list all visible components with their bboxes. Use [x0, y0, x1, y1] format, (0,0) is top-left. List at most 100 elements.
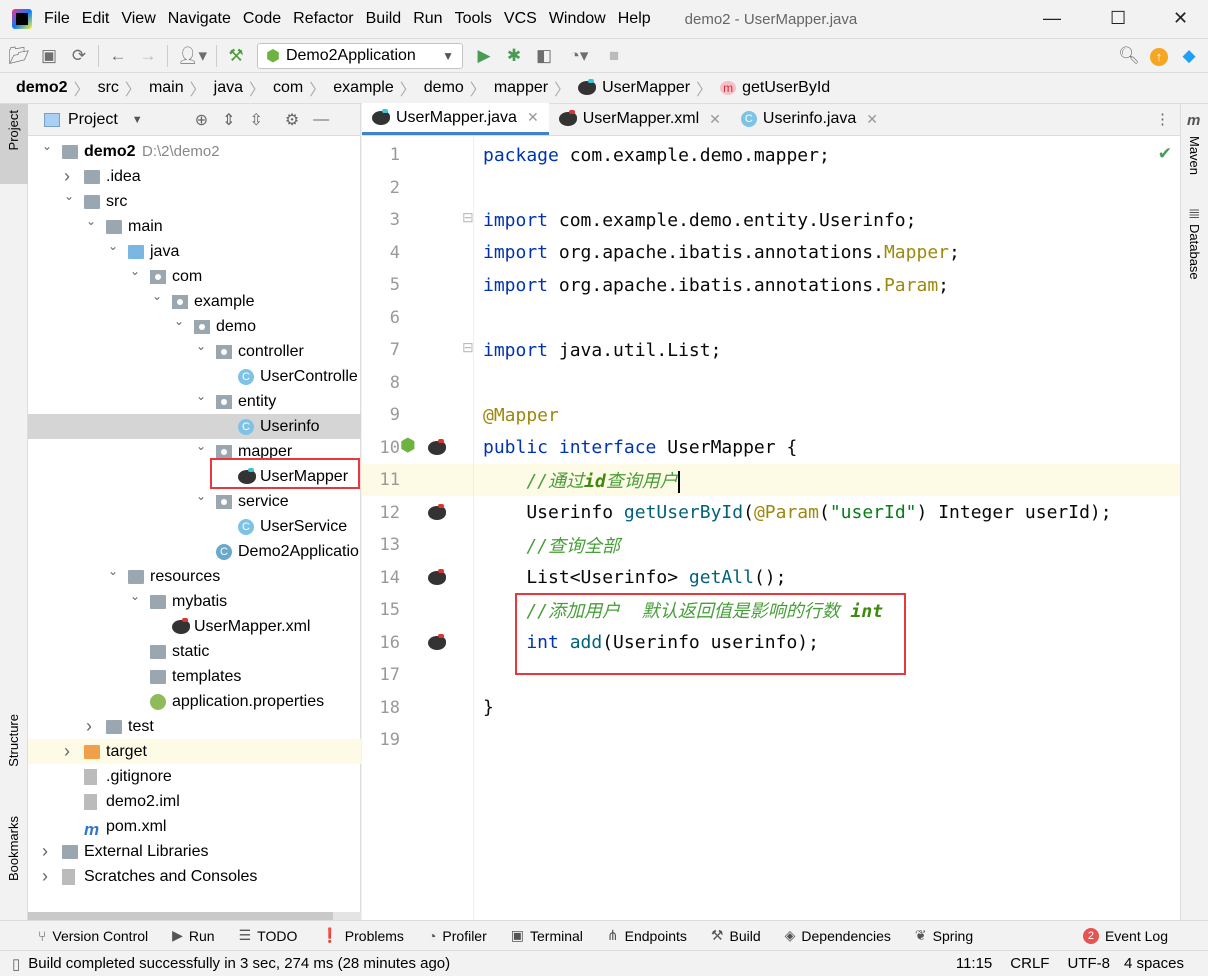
code-line[interactable]: 14 List<Userinfo> getAll();	[362, 562, 1180, 594]
code-line[interactable]: 6	[362, 302, 1180, 334]
chevron-down-icon[interactable]: ⌄	[130, 264, 140, 278]
code-text[interactable]: import com.example.demo.entity.Userinfo;	[483, 210, 916, 231]
tree-item[interactable]: ⌄ mybatis	[28, 589, 361, 614]
save-icon[interactable]: ▣	[34, 46, 64, 66]
code-line[interactable]: 9 @Mapper	[362, 399, 1180, 431]
code-text[interactable]: //通过id查询用户	[483, 467, 680, 493]
chevron-down-icon[interactable]: ⌄	[196, 389, 206, 403]
sync-icon[interactable]: ⟳	[64, 46, 94, 66]
tree-item[interactable]: › Scratches and Consoles	[28, 864, 361, 889]
code-text[interactable]: import java.util.List;	[483, 340, 721, 361]
forward-icon[interactable]: →	[133, 46, 163, 66]
code-text[interactable]: List<Userinfo> getAll();	[483, 567, 786, 588]
chevron-right-icon[interactable]: ›	[86, 716, 96, 737]
tree-item[interactable]: ⌄ resources	[28, 564, 361, 589]
tree-item[interactable]: ⌄ controller	[28, 339, 361, 364]
breadcrumb-item[interactable]: demo2	[16, 79, 68, 97]
tree-item[interactable]: C UserService	[28, 514, 361, 539]
editor-tab[interactable]: UserMapper.xml ✕	[549, 103, 731, 135]
coverage-icon[interactable]: ◧	[529, 46, 559, 66]
menu-edit[interactable]: Edit	[82, 10, 110, 28]
status-message[interactable]: Build completed successfully in 3 sec, 2…	[28, 955, 450, 972]
tree-item[interactable]: › target	[28, 739, 361, 764]
breadcrumb-item[interactable]: java	[214, 79, 243, 97]
chevron-right-icon[interactable]: ›	[64, 166, 74, 187]
build-hammer-icon[interactable]: ⚒	[221, 46, 251, 66]
close-tab-icon[interactable]: ✕	[866, 111, 878, 128]
code-line[interactable]: 2	[362, 172, 1180, 204]
chevron-down-icon[interactable]: ⌄	[174, 314, 184, 328]
tree-item[interactable]: C Userinfo	[28, 414, 361, 439]
indent-setting[interactable]: 4 spaces	[1124, 955, 1184, 972]
tree-item[interactable]: ⌄ entity	[28, 389, 361, 414]
chevron-right-icon[interactable]: ›	[42, 841, 52, 862]
chevron-right-icon[interactable]: ›	[64, 741, 74, 762]
search-icon[interactable]: 🔍︎	[1114, 46, 1144, 66]
back-icon[interactable]: ←	[103, 46, 133, 66]
code-line[interactable]: 7 import java.util.List; ⊟	[362, 334, 1180, 366]
more-tabs-icon[interactable]: ⋮	[1155, 110, 1170, 128]
menu-navigate[interactable]: Navigate	[168, 10, 231, 28]
tree-item[interactable]: › test	[28, 714, 361, 739]
code-text[interactable]: package com.example.demo.mapper;	[483, 145, 830, 166]
chevron-down-icon[interactable]: ⌄	[108, 564, 118, 578]
code-text[interactable]: import org.apache.ibatis.annotations.Map…	[483, 242, 960, 263]
gear-icon[interactable]: ⚙	[285, 110, 299, 130]
profile-icon[interactable]: ◔▾	[559, 46, 599, 66]
breadcrumb-item[interactable]: src	[98, 79, 119, 97]
chevron-right-icon[interactable]: ›	[42, 866, 52, 887]
hide-icon[interactable]: —	[313, 111, 329, 129]
code-text[interactable]: import org.apache.ibatis.annotations.Par…	[483, 275, 949, 296]
code-line[interactable]: 5 import org.apache.ibatis.annotations.Pa…	[362, 269, 1180, 301]
toolwindow-run[interactable]: ▶ Run	[172, 927, 214, 944]
tree-item[interactable]: demo2.iml	[28, 789, 361, 814]
breadcrumb-item[interactable]: UserMapper	[602, 79, 690, 97]
menu-window[interactable]: Window	[549, 10, 606, 28]
code-line[interactable]: 8	[362, 367, 1180, 399]
chevron-down-icon[interactable]: ⌄	[196, 489, 206, 503]
menu-code[interactable]: Code	[243, 10, 281, 28]
close-tab-icon[interactable]: ✕	[527, 109, 539, 126]
minimize-button[interactable]: —	[1043, 8, 1061, 29]
editor-tab[interactable]: UserMapper.java ✕	[362, 103, 549, 135]
close-button[interactable]: ✕	[1173, 8, 1188, 29]
chevron-down-icon[interactable]: ⌄	[130, 589, 140, 603]
event-log-button[interactable]: 2 Event Log	[1082, 927, 1168, 944]
menu-help[interactable]: Help	[618, 10, 651, 28]
chevron-down-icon[interactable]: ⌄	[42, 139, 52, 153]
locate-icon[interactable]: ⊕	[195, 110, 208, 130]
tree-item[interactable]: ⌄ src	[28, 189, 361, 214]
tree-item[interactable]: C UserControlle	[28, 364, 361, 389]
menu-vcs[interactable]: VCS	[504, 10, 537, 28]
code-line[interactable]: 3 import com.example.demo.entity.Userinfo…	[362, 204, 1180, 236]
code-line[interactable]: 11 //通过id查询用户	[362, 464, 1180, 496]
stop-icon[interactable]: ■	[599, 46, 629, 66]
debug-icon[interactable]: ✱	[499, 46, 529, 66]
no-problems-check-icon[interactable]: ✔	[1158, 144, 1172, 164]
database-tool-tab[interactable]: Database	[1187, 224, 1202, 280]
code-text[interactable]: @Mapper	[483, 405, 559, 426]
toolwindow-dependencies[interactable]: ◈ Dependencies	[785, 927, 891, 944]
chevron-down-icon[interactable]: ⌄	[64, 189, 74, 203]
code-line[interactable]: 19	[362, 724, 1180, 756]
file-encoding[interactable]: UTF-8	[1067, 955, 1110, 972]
open-icon[interactable]: 📂︎	[4, 46, 34, 66]
tree-item[interactable]: templates	[28, 664, 361, 689]
code-text[interactable]: public interface UserMapper {	[483, 437, 797, 458]
code-text[interactable]: }	[483, 697, 494, 718]
chevron-down-icon[interactable]: ▼	[132, 114, 143, 126]
project-tool-tab[interactable]: Project	[6, 110, 21, 150]
toolbox-icon[interactable]: ◆	[1174, 46, 1204, 66]
structure-tool-tab[interactable]: Structure	[6, 714, 21, 767]
toolwindow-problems[interactable]: ❗ Problems	[321, 927, 404, 944]
breadcrumb-item[interactable]: example	[333, 79, 393, 97]
chevron-down-icon[interactable]: ⌄	[152, 289, 162, 303]
tree-item[interactable]: ⌄ service	[28, 489, 361, 514]
menu-build[interactable]: Build	[366, 10, 402, 28]
breadcrumb-item[interactable]: demo	[424, 79, 464, 97]
toolwindow-build[interactable]: ⚒ Build	[711, 927, 761, 944]
tree-item[interactable]: static	[28, 639, 361, 664]
toolwindow-endpoints[interactable]: ⋔ Endpoints	[607, 927, 687, 944]
menu-view[interactable]: View	[121, 10, 155, 28]
toolwindow-todo[interactable]: ☰ TODO	[239, 927, 298, 944]
